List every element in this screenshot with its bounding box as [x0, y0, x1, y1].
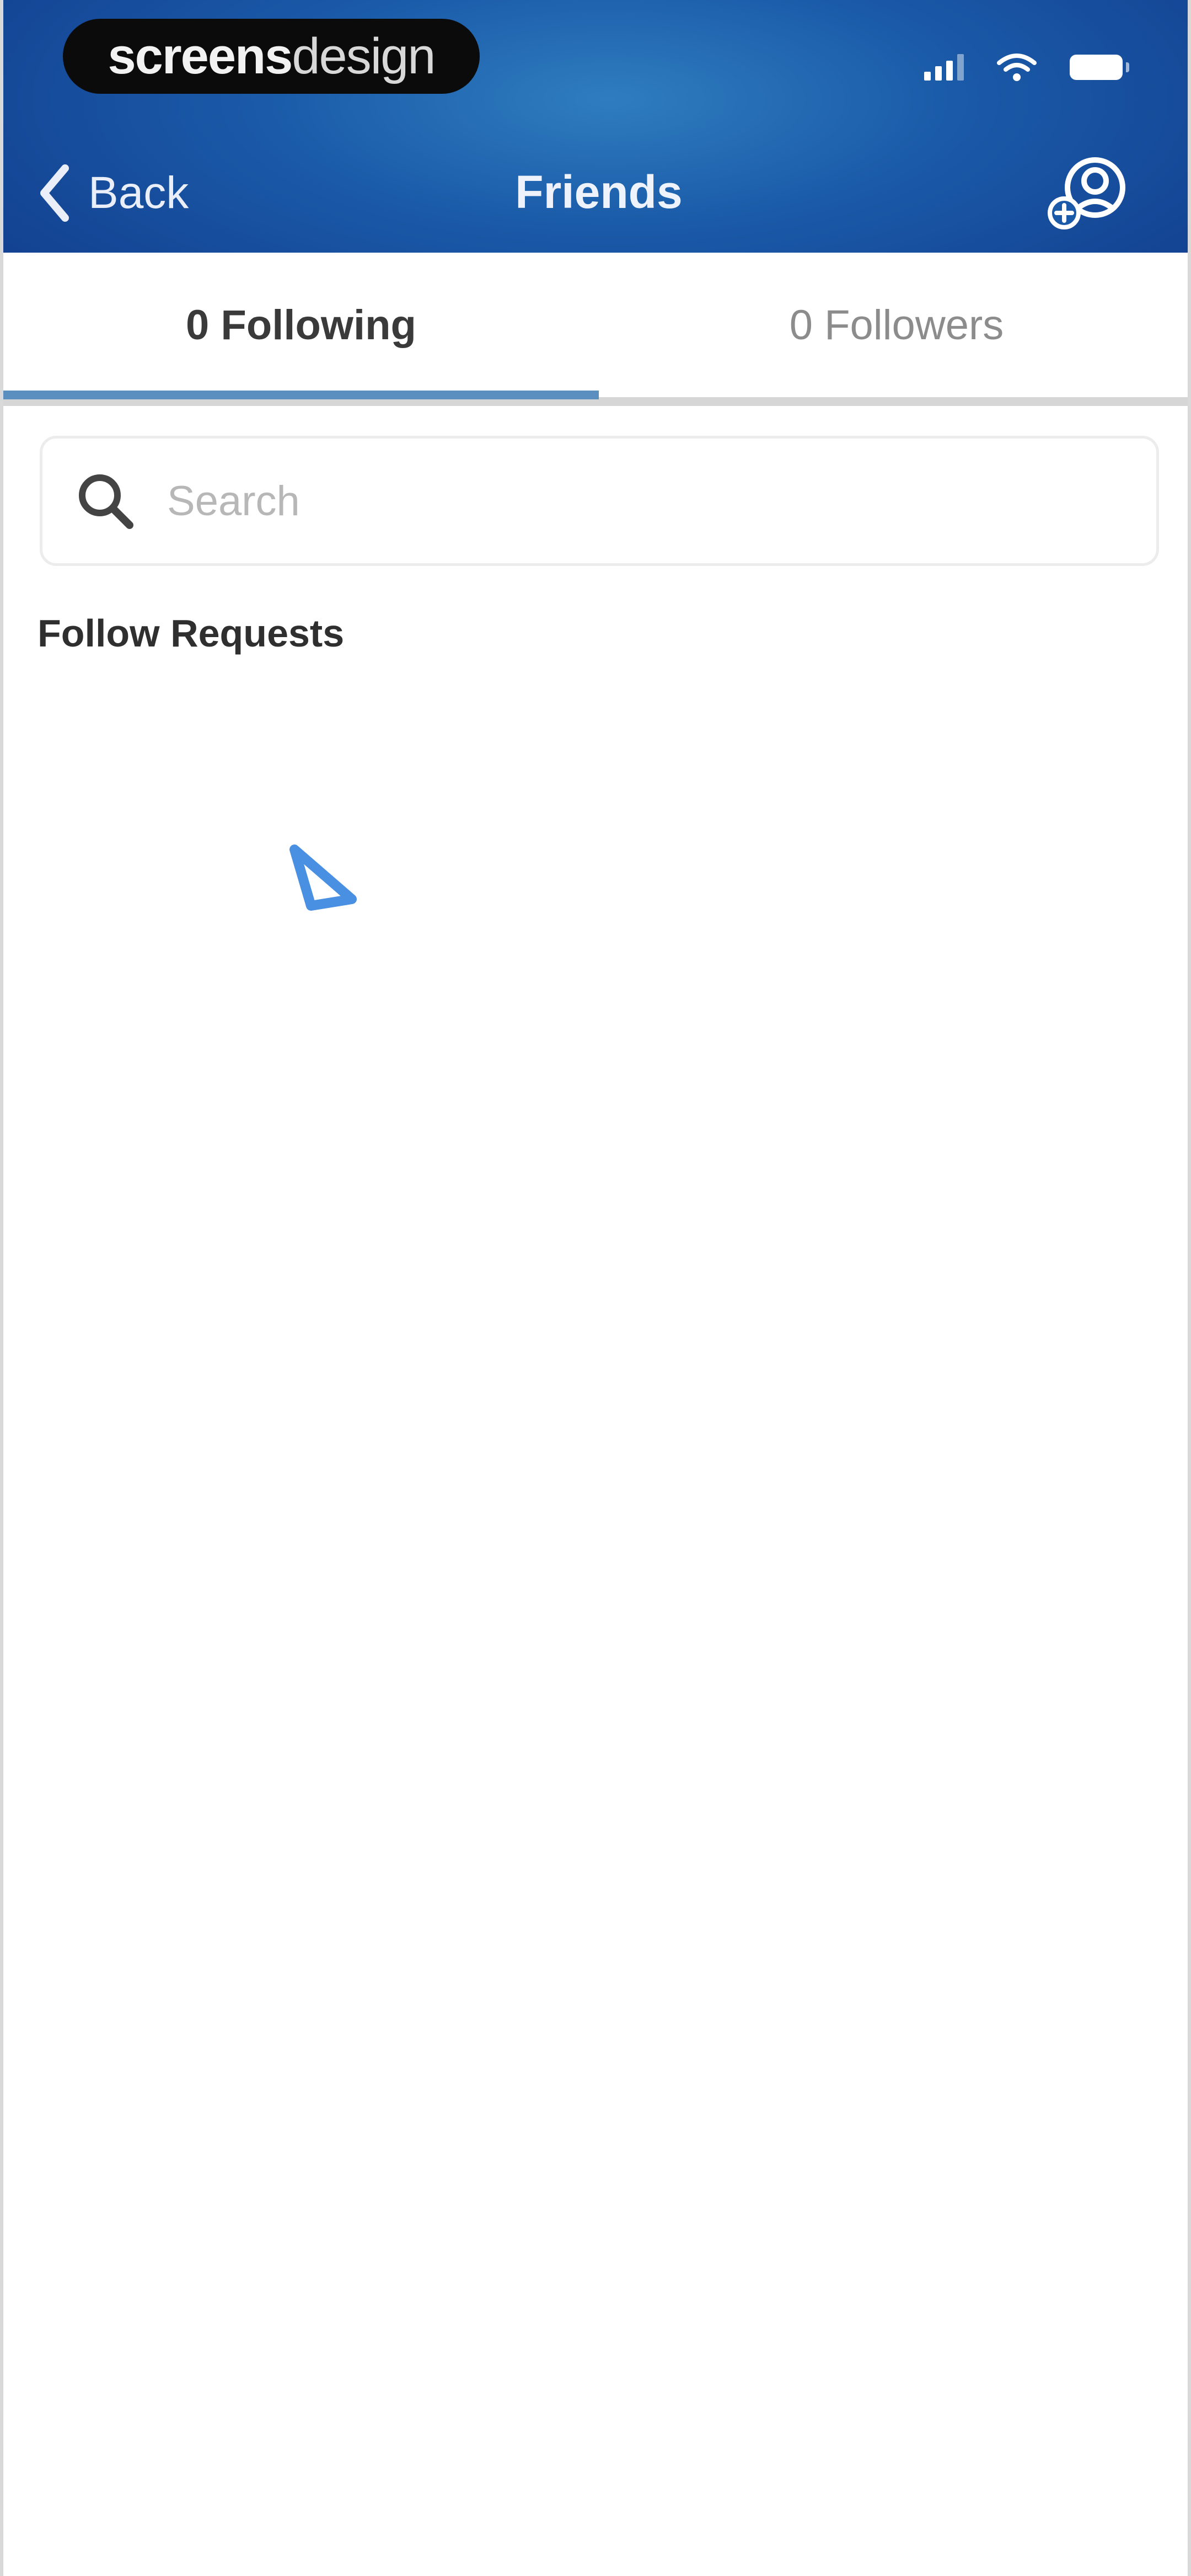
- page-title: Friends: [515, 166, 683, 218]
- tab-followers-label: 0 Followers: [789, 301, 1004, 349]
- status-icons: [924, 51, 1129, 84]
- brand-text-part2: design: [292, 28, 436, 84]
- wifi-icon: [997, 54, 1037, 81]
- brand-text-part1: screens: [108, 28, 293, 84]
- add-friend-icon[interactable]: [1044, 156, 1133, 231]
- signal-icon: [924, 54, 964, 81]
- active-tab-indicator: [3, 391, 599, 399]
- tab-following-label: 0 Following: [186, 301, 416, 349]
- tabs-bar: 0 Following 0 Followers: [3, 253, 1188, 406]
- battery-icon: [1070, 55, 1129, 80]
- search-box[interactable]: [40, 436, 1159, 566]
- header-bar: screens design Back Friends: [3, 0, 1188, 253]
- follow-requests-heading: Follow Requests: [37, 612, 345, 655]
- search-input[interactable]: [166, 476, 1050, 526]
- tab-following[interactable]: 0 Following: [3, 253, 599, 397]
- page-title-wrap: Friends: [3, 165, 1188, 219]
- tab-followers[interactable]: 0 Followers: [599, 253, 1188, 397]
- brand-logo: screens design: [63, 19, 480, 94]
- cursor-pointer-icon: [289, 845, 357, 911]
- screen: screens design Back Friends 0 Following …: [0, 0, 1191, 2576]
- search-icon: [79, 474, 133, 529]
